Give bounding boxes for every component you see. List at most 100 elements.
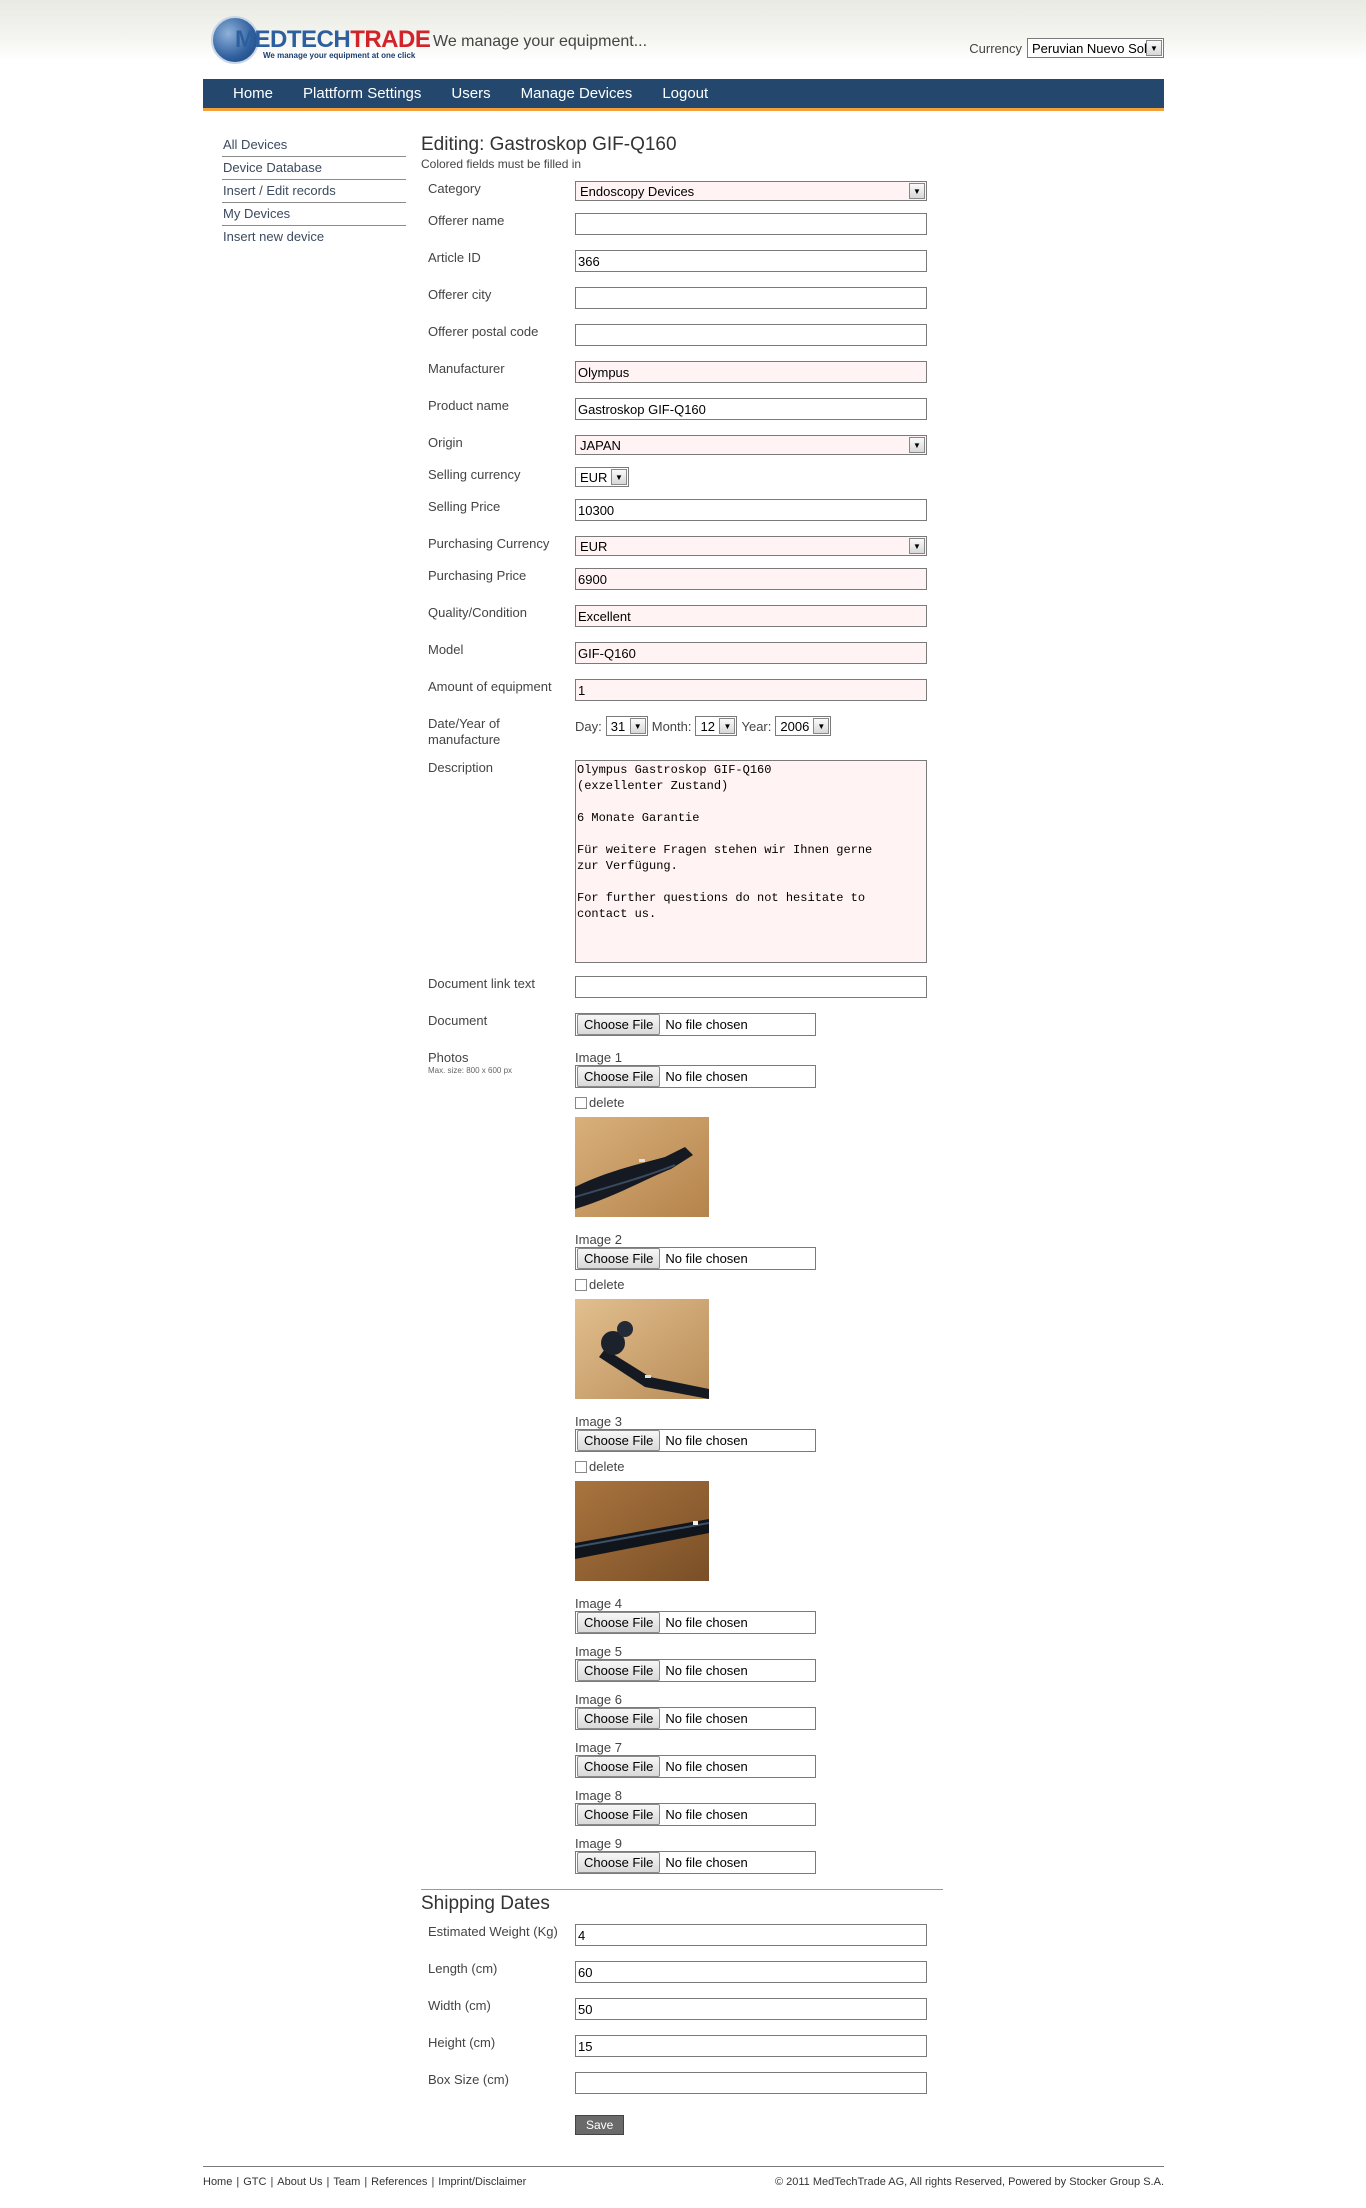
choose-file-button[interactable]: Choose File bbox=[577, 1660, 661, 1681]
weight-label: Estimated Weight (Kg) bbox=[428, 1924, 558, 1939]
photos-hint: Max. size: 800 x 600 px bbox=[428, 1066, 513, 1075]
logo[interactable]: MEDTECHTRADE We manage your equipment at… bbox=[211, 16, 431, 66]
footer-link-references[interactable]: References bbox=[371, 2176, 427, 2188]
image-6-file-input[interactable]: Choose File No file chosen bbox=[575, 1707, 816, 1730]
height-input[interactable] bbox=[575, 2035, 927, 2057]
purchasing-price-label: Purchasing Price bbox=[428, 568, 527, 583]
edit-form: Editing: Gastroskop GIF-Q160 Colored fie… bbox=[421, 134, 943, 2135]
article-id-input[interactable] bbox=[575, 250, 927, 272]
choose-file-button[interactable]: Choose File bbox=[577, 1066, 661, 1087]
photo-2-image bbox=[575, 1299, 709, 1399]
sidebar-item-my-devices[interactable]: My Devices bbox=[222, 203, 406, 226]
selling-price-input[interactable] bbox=[575, 499, 927, 521]
nav-users[interactable]: Users bbox=[451, 85, 490, 102]
image-slot-8: Image 8 Choose File No file chosen bbox=[575, 1788, 816, 1826]
delete-checkbox[interactable] bbox=[575, 1096, 587, 1109]
height-label: Height (cm) bbox=[428, 2035, 496, 2050]
footer-link-team[interactable]: Team bbox=[333, 2176, 360, 2188]
offerer-postal-input[interactable] bbox=[575, 324, 927, 346]
box-size-input[interactable] bbox=[575, 2072, 927, 2094]
choose-file-button[interactable]: Choose File bbox=[577, 1430, 661, 1451]
image-2-file-input[interactable]: Choose File No file chosen bbox=[575, 1247, 816, 1270]
length-input[interactable] bbox=[575, 1961, 927, 1983]
delete-label: delete bbox=[589, 1095, 625, 1110]
choose-file-button[interactable]: Choose File bbox=[577, 1756, 661, 1777]
offerer-name-input[interactable] bbox=[575, 213, 927, 235]
purchasing-price-input[interactable] bbox=[575, 568, 927, 590]
choose-file-button[interactable]: Choose File bbox=[577, 1852, 661, 1873]
image-slot-6: Image 6 Choose File No file chosen bbox=[575, 1692, 816, 1730]
footer-link-imprint[interactable]: Imprint/Disclaimer bbox=[438, 2176, 526, 2188]
day-select[interactable]: 31 ▼ bbox=[605, 716, 648, 736]
sidebar-item-device-database[interactable]: Device Database bbox=[222, 157, 406, 180]
image-9-file-input[interactable]: Choose File No file chosen bbox=[575, 1851, 816, 1874]
currency-select[interactable]: Peruvian Nuevo Sol ▼ bbox=[1027, 38, 1164, 58]
footer-separator: | bbox=[326, 2176, 330, 2188]
year-select[interactable]: 2006 ▼ bbox=[775, 716, 832, 736]
nav-home[interactable]: Home bbox=[233, 85, 273, 102]
sidebar-item-insert-new[interactable]: Insert new device bbox=[222, 226, 406, 249]
choose-file-button[interactable]: Choose File bbox=[577, 1014, 661, 1035]
amount-label: Amount of equipment bbox=[428, 679, 552, 694]
day-value: 31 bbox=[610, 718, 626, 734]
image-slot-1: Image 1 Choose File No file chosen delet… bbox=[575, 1050, 816, 1217]
nav-logout[interactable]: Logout bbox=[662, 85, 708, 102]
choose-file-button[interactable]: Choose File bbox=[577, 1612, 661, 1633]
image-4-file-input[interactable]: Choose File No file chosen bbox=[575, 1611, 816, 1634]
sidebar-item-insert-edit[interactable]: Insert / Edit records bbox=[222, 180, 406, 203]
month-select[interactable]: 12 ▼ bbox=[695, 716, 738, 736]
document-file-input[interactable]: Choose File No file chosen bbox=[575, 1013, 816, 1036]
footer-link-gtc[interactable]: GTC bbox=[243, 2176, 266, 2188]
chevron-down-icon: ▼ bbox=[909, 437, 925, 453]
photo-thumbnail-1 bbox=[575, 1117, 709, 1217]
nav-plattform-settings[interactable]: Plattform Settings bbox=[303, 85, 421, 102]
image-slot-5: Image 5 Choose File No file chosen bbox=[575, 1644, 816, 1682]
offerer-city-input[interactable] bbox=[575, 287, 927, 309]
document-label: Document bbox=[428, 1013, 488, 1028]
description-textarea[interactable]: Olympus Gastroskop GIF-Q160 (exzellenter… bbox=[575, 760, 927, 963]
main-nav: Home Plattform Settings Users Manage Dev… bbox=[203, 79, 1164, 111]
choose-file-button[interactable]: Choose File bbox=[577, 1708, 661, 1729]
purchasing-currency-select[interactable]: EUR ▼ bbox=[575, 536, 927, 556]
selling-currency-select[interactable]: EUR ▼ bbox=[575, 467, 629, 487]
length-label: Length (cm) bbox=[428, 1961, 498, 1976]
image-3-file-input[interactable]: Choose File No file chosen bbox=[575, 1429, 816, 1452]
quality-label: Quality/Condition bbox=[428, 605, 527, 620]
file-status: No file chosen bbox=[665, 1615, 748, 1630]
footer-link-home[interactable]: Home bbox=[203, 2176, 232, 2188]
width-label: Width (cm) bbox=[428, 1998, 491, 2013]
manufacturer-input[interactable] bbox=[575, 361, 927, 383]
origin-select[interactable]: JAPAN ▼ bbox=[575, 435, 927, 455]
image-label: Image 7 bbox=[575, 1740, 622, 1755]
nav-manage-devices[interactable]: Manage Devices bbox=[521, 85, 633, 102]
category-select[interactable]: Endoscopy Devices ▼ bbox=[575, 181, 927, 201]
image-1-file-input[interactable]: Choose File No file chosen bbox=[575, 1065, 816, 1088]
save-button[interactable]: Save bbox=[575, 2115, 625, 2135]
width-input[interactable] bbox=[575, 1998, 927, 2020]
image-slot-2: Image 2 Choose File No file chosen delet… bbox=[575, 1232, 816, 1399]
amount-input[interactable] bbox=[575, 679, 927, 701]
quality-input[interactable] bbox=[575, 605, 927, 627]
doc-link-input[interactable] bbox=[575, 976, 927, 998]
footer-separator: | bbox=[431, 2176, 435, 2188]
box-size-label: Box Size (cm) bbox=[428, 2072, 509, 2087]
image-8-file-input[interactable]: Choose File No file chosen bbox=[575, 1803, 816, 1826]
file-status: No file chosen bbox=[665, 1663, 748, 1678]
chevron-down-icon: ▼ bbox=[909, 538, 925, 554]
delete-checkbox[interactable] bbox=[575, 1460, 587, 1473]
origin-label: Origin bbox=[428, 435, 463, 450]
sidebar-item-all-devices[interactable]: All Devices bbox=[222, 134, 406, 157]
choose-file-button[interactable]: Choose File bbox=[577, 1804, 661, 1825]
product-name-input[interactable] bbox=[575, 398, 927, 420]
weight-input[interactable] bbox=[575, 1924, 927, 1946]
logo-text: MEDTECHTRADE bbox=[235, 26, 431, 53]
image-5-file-input[interactable]: Choose File No file chosen bbox=[575, 1659, 816, 1682]
selling-currency-value: EUR bbox=[580, 469, 608, 485]
image-7-file-input[interactable]: Choose File No file chosen bbox=[575, 1755, 816, 1778]
footer-link-about[interactable]: About Us bbox=[277, 2176, 322, 2188]
model-input[interactable] bbox=[575, 642, 927, 664]
purchasing-currency-value: EUR bbox=[580, 538, 608, 554]
delete-checkbox[interactable] bbox=[575, 1278, 587, 1291]
offerer-postal-label: Offerer postal code bbox=[428, 324, 539, 339]
choose-file-button[interactable]: Choose File bbox=[577, 1248, 661, 1269]
